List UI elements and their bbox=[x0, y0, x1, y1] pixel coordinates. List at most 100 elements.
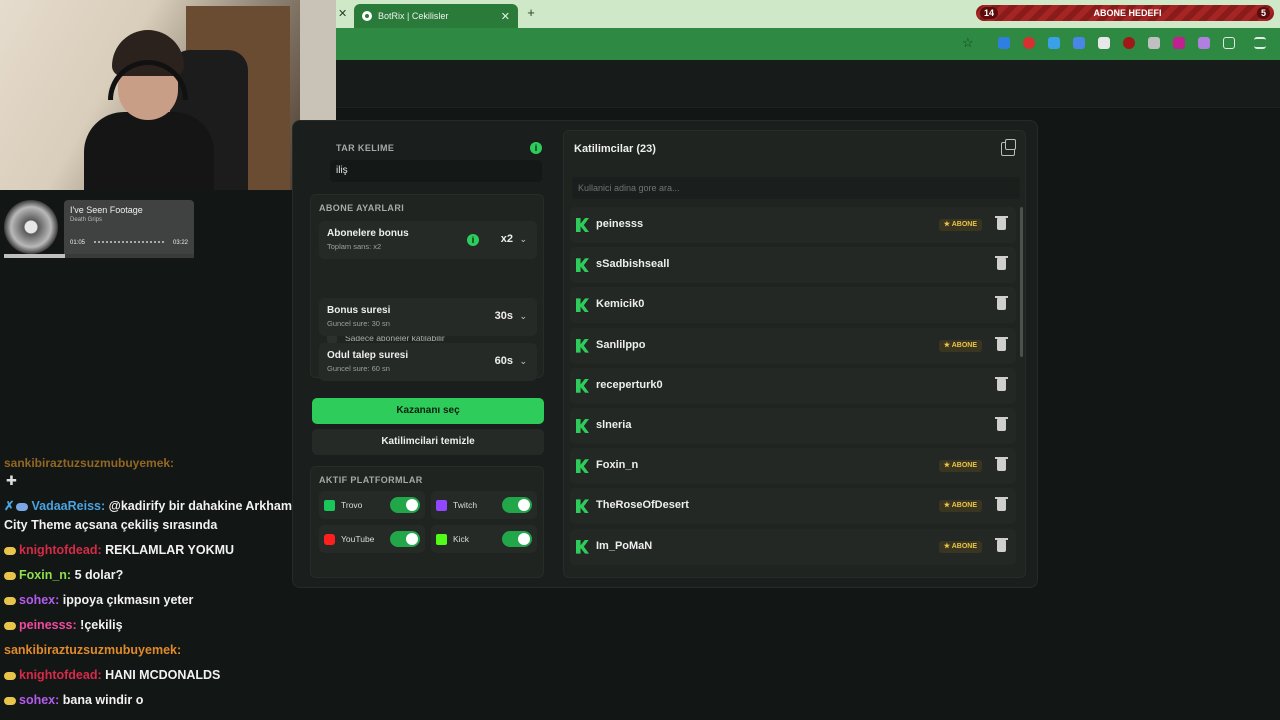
participant-row[interactable]: Sanlilppo ★ ABONE bbox=[570, 327, 1016, 364]
youtube-toggle[interactable] bbox=[390, 531, 420, 547]
participant-row[interactable]: sSadbishseall bbox=[570, 247, 1016, 284]
participant-name: receperturk0 bbox=[596, 378, 663, 391]
chat-message: knightofdead: REKLAMLAR YOKMU bbox=[4, 541, 300, 560]
participant-name: sSadbishseall bbox=[596, 258, 670, 271]
goal-current: 14 bbox=[980, 7, 999, 19]
chat-text: ippoya çıkmasın yeter bbox=[62, 593, 194, 607]
keyword-label: TAR KELIME bbox=[336, 143, 395, 153]
chat-username[interactable]: knightofdead: bbox=[19, 543, 102, 557]
chevron-down-icon[interactable]: ⌄ bbox=[519, 311, 527, 322]
subscriber-bonus-row: Abonelere bonus Toplam sans: x2 i x2 ⌄ bbox=[319, 221, 537, 259]
subscriber-badge-icon bbox=[4, 571, 16, 580]
participant-name: TheRoseOfDesert bbox=[596, 499, 689, 512]
extension-icon[interactable] bbox=[1198, 37, 1210, 49]
info-icon[interactable]: i bbox=[530, 142, 542, 154]
chat-cut-line: sankibiraztuzsuzmubuyemek: bbox=[4, 456, 175, 470]
twitch-toggle[interactable] bbox=[502, 497, 532, 513]
participant-name: Foxin_n bbox=[596, 459, 639, 472]
claim-time-select[interactable]: 60s bbox=[495, 355, 513, 367]
participant-search-input[interactable]: Kullanici adina gore ara... bbox=[572, 177, 1020, 199]
chat-text: HANI MCDONALDS bbox=[105, 668, 221, 682]
bonus-time-select[interactable]: 30s bbox=[495, 310, 513, 322]
participant-row[interactable]: Kemicik0 bbox=[570, 287, 1016, 324]
scrollbar[interactable] bbox=[1020, 207, 1023, 357]
close-icon[interactable]: ✕ bbox=[501, 10, 510, 23]
subscriber-badge-label: ABONE bbox=[951, 542, 977, 550]
elapsed-time: 01:05 bbox=[70, 240, 86, 246]
extension-icon[interactable] bbox=[1048, 37, 1060, 49]
chat-username[interactable]: knightofdead: bbox=[19, 668, 102, 682]
keyword-input[interactable]: iliş bbox=[330, 160, 542, 182]
trash-icon[interactable] bbox=[995, 497, 1008, 512]
chat-username[interactable]: sohex: bbox=[19, 593, 59, 607]
trash-icon[interactable] bbox=[995, 417, 1008, 431]
chat-message: sankibiraztuzsuzmubuyemek: bbox=[4, 641, 300, 660]
kick-icon bbox=[576, 499, 589, 514]
extension-icon[interactable] bbox=[1173, 37, 1185, 49]
bookmark-star-icon[interactable]: ☆ bbox=[962, 35, 974, 51]
tab-botrix[interactable]: BotRix | Cekilisler ✕ bbox=[354, 4, 518, 28]
botrix-favicon-icon bbox=[362, 11, 372, 21]
participant-name: slneria bbox=[596, 419, 632, 431]
extension-icon[interactable] bbox=[998, 37, 1010, 49]
playback-progress bbox=[4, 254, 194, 258]
trash-icon[interactable] bbox=[995, 376, 1008, 391]
browser-toolbar: ☆ bbox=[336, 28, 1280, 60]
info-icon[interactable]: i bbox=[467, 234, 479, 246]
participant-name: Sanlilppo bbox=[596, 338, 646, 351]
trash-icon[interactable] bbox=[995, 296, 1008, 311]
extension-icon[interactable] bbox=[1123, 37, 1135, 49]
participant-row[interactable]: Im_PoMaN ★ ABONE bbox=[570, 528, 1016, 565]
trash-icon[interactable] bbox=[995, 256, 1008, 271]
subscriber-goal-bar: 14 ABONE HEDEFI 5 bbox=[976, 5, 1274, 21]
extension-icon[interactable] bbox=[1148, 37, 1160, 49]
chat-username[interactable]: peinesss: bbox=[19, 618, 77, 632]
close-icon[interactable]: ✕ bbox=[338, 7, 347, 20]
chat-message: knightofdead: HANI MCDONALDS bbox=[4, 666, 300, 685]
now-playing-widget: I've Seen Footage Death Grips 01:05 03:2… bbox=[4, 198, 194, 260]
trash-icon[interactable] bbox=[995, 457, 1008, 472]
participant-row[interactable]: slneria bbox=[570, 408, 1016, 444]
participant-name: Im_PoMaN bbox=[596, 539, 653, 552]
extension-icon[interactable] bbox=[1023, 37, 1035, 49]
song-artist: Death Grips bbox=[70, 217, 103, 223]
participant-row[interactable]: peinesss ★ ABONE bbox=[570, 207, 1016, 243]
youtube-icon bbox=[324, 533, 335, 545]
chevron-down-icon[interactable]: ⌄ bbox=[519, 234, 527, 245]
clear-participants-button[interactable]: Katilimcilari temizle bbox=[312, 429, 544, 455]
track-bar bbox=[94, 241, 164, 244]
subscriber-badge-label: ABONE bbox=[951, 341, 977, 349]
participant-name: peinesss bbox=[596, 218, 644, 230]
chat-username[interactable]: Foxin_n: bbox=[19, 568, 71, 582]
extension-icon[interactable] bbox=[1073, 37, 1085, 49]
subscriber-bonus-subtitle: Toplam sans: x2 bbox=[327, 242, 382, 251]
menu-icon[interactable] bbox=[1254, 37, 1266, 49]
participant-row[interactable]: Foxin_n ★ ABONE bbox=[570, 448, 1016, 485]
subscriber-badge: ★ ABONE bbox=[938, 460, 982, 473]
subscriber-badge: ★ ABONE bbox=[938, 540, 982, 553]
subscriber-badge-icon bbox=[16, 502, 29, 511]
chat-username[interactable]: VadaaReiss: bbox=[31, 499, 105, 513]
subscriber-badge-label: ABONE bbox=[951, 462, 977, 470]
puzzle-icon[interactable] bbox=[1223, 37, 1235, 49]
trash-icon[interactable] bbox=[995, 537, 1008, 552]
trovo-toggle[interactable] bbox=[390, 497, 420, 513]
chevron-down-icon[interactable]: ⌄ bbox=[519, 356, 527, 367]
chat-username[interactable]: sohex: bbox=[19, 693, 59, 707]
song-title: I've Seen Footage bbox=[70, 205, 143, 215]
trash-icon[interactable] bbox=[995, 336, 1008, 351]
chat-overlay: sankibiraztuzsuzmubuyemek: ✚ ✗ VadaaReiss… bbox=[4, 456, 300, 716]
chat-username[interactable]: sankibiraztuzsuzmubuyemek: bbox=[4, 643, 181, 657]
participant-row[interactable]: TheRoseOfDesert ★ ABONE bbox=[570, 488, 1016, 525]
copy-icon[interactable] bbox=[1001, 139, 1016, 156]
kick-toggle[interactable] bbox=[502, 531, 532, 547]
participant-row[interactable]: receperturk0 bbox=[570, 367, 1016, 404]
new-tab-icon[interactable]: + bbox=[524, 6, 538, 20]
chat-message: Foxin_n: 5 dolar? bbox=[4, 566, 300, 585]
chat-messages: ✗ VadaaReiss: @kadirify bir dahakine Arkh… bbox=[4, 497, 300, 710]
subscriber-bonus-select[interactable]: x2 bbox=[501, 233, 513, 245]
bonus-time-title: Bonus suresi bbox=[327, 305, 391, 316]
pick-winner-button[interactable]: Kazananı seç bbox=[312, 398, 544, 424]
trash-icon[interactable] bbox=[995, 216, 1008, 230]
extension-icon[interactable] bbox=[1098, 37, 1110, 49]
